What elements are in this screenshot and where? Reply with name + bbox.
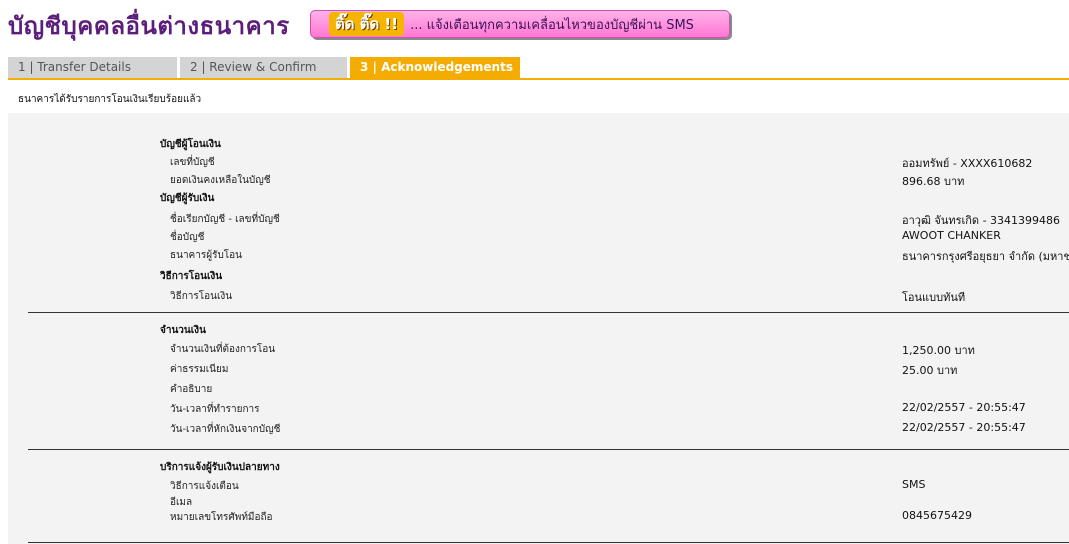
details-panel: บัญชีผู้โอนเงิน เลขที่บัญชี ออมทรัพย์ - …	[8, 113, 1069, 544]
tab-transfer-details[interactable]: 1 | Transfer Details	[8, 57, 177, 78]
tab-review-confirm[interactable]: 2 | Review & Confirm	[180, 57, 347, 78]
step-tabs: 1 | Transfer Details 2 | Review & Confir…	[8, 57, 1069, 78]
notify-heading: บริการแจ้งผู้รับเงินปลายทาง	[160, 462, 280, 473]
banner-badge: ติ๊ด ติ๊ด !!	[329, 12, 405, 36]
separator	[28, 312, 1069, 313]
debit-time-value: 22/02/2557 - 20:55:47	[902, 421, 1026, 434]
method-label: วิธีการโอนเงิน	[170, 291, 233, 302]
amount-label: จำนวนเงินที่ต้องการโอน	[170, 344, 276, 355]
sms-alert-banner[interactable]: ติ๊ด ติ๊ด !! ... แจ้งเตือนทุกความเคลื่อน…	[310, 10, 730, 38]
separator	[28, 449, 1069, 450]
account-name-value: AWOOT CHANKER	[902, 229, 1001, 242]
account-no-value: ออมทรัพย์ - XXXX610682	[902, 157, 1033, 170]
fee-label: ค่าธรรมเนียม	[170, 364, 229, 375]
description-label: คำอธิบาย	[170, 384, 213, 395]
balance-value: 896.68 บาท	[902, 175, 965, 188]
nickname-label: ชื่อเรียกบัญชี - เลขที่บัญชี	[170, 214, 280, 225]
method-value: โอนแบบทันที	[902, 291, 966, 304]
tab-underline	[8, 78, 1069, 80]
email-label: อีเมล	[170, 497, 193, 508]
account-no-label: เลขที่บัญชี	[170, 157, 215, 168]
account-name-label: ชื่อบัญชี	[170, 232, 205, 243]
amount-heading: จำนวนเงิน	[160, 325, 206, 336]
phone-value: 0845675429	[902, 509, 972, 522]
nickname-value: อาวุฒิ จันทรเกิด - 3341399486	[902, 214, 1061, 227]
amount-value: 1,250.00 บาท	[902, 344, 975, 357]
page-title: บัญชีบุคคลอื่นต่างธนาคาร	[8, 12, 290, 40]
fee-value: 25.00 บาท	[902, 364, 958, 377]
method-heading: วิธีการโอนเงิน	[160, 271, 223, 282]
separator	[28, 542, 1069, 543]
transaction-time-value: 22/02/2557 - 20:55:47	[902, 401, 1026, 414]
debit-time-label: วัน-เวลาที่หักเงินจากบัญชี	[170, 424, 281, 435]
notify-method-label: วิธีการแจ้งเตือน	[170, 481, 239, 492]
from-account-heading: บัญชีผู้โอนเงิน	[160, 139, 221, 150]
balance-label: ยอดเงินคงเหลือในบัญชี	[170, 175, 271, 186]
notify-method-value: SMS	[902, 478, 926, 491]
tab-acknowledgements[interactable]: 3 | Acknowledgements	[350, 57, 520, 78]
bank-value: ธนาคารกรุงศรีอยุธยา จำกัด (มหาชน)	[902, 250, 1069, 263]
phone-label: หมายเลขโทรศัพท์มือถือ	[170, 512, 273, 523]
banner-text: ... แจ้งเตือนทุกความเคลื่อนไหวของบัญชีผ่…	[410, 17, 694, 33]
to-account-heading: บัญชีผู้รับเงิน	[160, 193, 215, 204]
success-notice: ธนาคารได้รับรายการโอนเงินเรียบร้อยแล้ว	[18, 94, 202, 105]
transaction-time-label: วัน-เวลาที่ทำรายการ	[170, 404, 260, 415]
bank-label: ธนาคารผู้รับโอน	[170, 250, 243, 261]
